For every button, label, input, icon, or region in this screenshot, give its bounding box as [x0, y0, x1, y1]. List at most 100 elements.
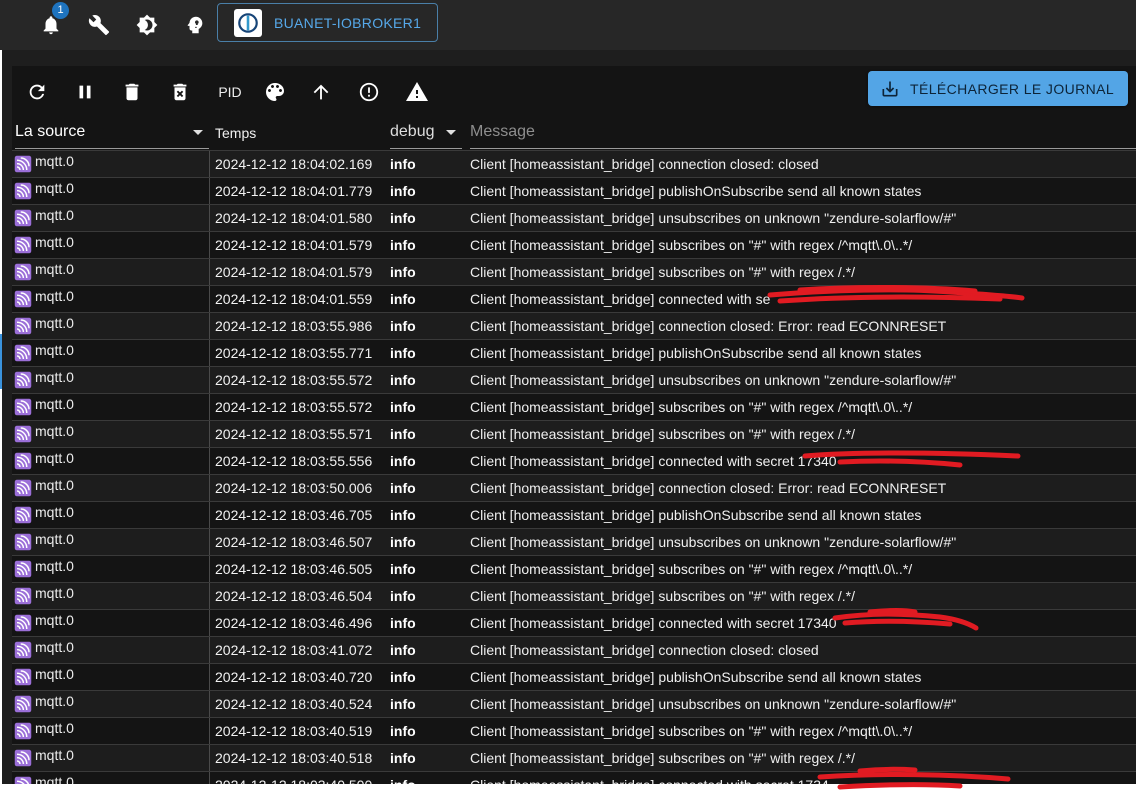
log-level: info [390, 723, 416, 739]
log-source: mqtt.0 [14, 610, 210, 636]
colors-button[interactable] [262, 79, 288, 105]
column-divider [209, 286, 210, 312]
column-divider [209, 691, 210, 717]
log-message: Client [homeassistant_bridge] connection… [470, 156, 819, 172]
mqtt-icon [14, 533, 32, 551]
log-time: 2024-12-12 18:04:01.579 [215, 237, 373, 253]
log-source-text: mqtt.0 [35, 396, 74, 412]
log-row: mqtt.0 2024-12-12 18:03:50.006 info Client … [12, 474, 1136, 501]
log-time: 2024-12-12 18:03:40.519 [215, 723, 373, 739]
mqtt-icon [14, 290, 32, 308]
log-row: mqtt.0 2024-12-12 18:03:55.556 info Client … [12, 447, 1136, 474]
download-log-label: TÉLÉCHARGER LE JOURNAL [910, 80, 1115, 97]
log-row: mqtt.0 2024-12-12 18:04:01.579 info Client … [12, 231, 1136, 258]
mqtt-icon [14, 209, 32, 227]
log-source-text: mqtt.0 [35, 612, 74, 628]
log-message: Client [homeassistant_bridge] publishOnS… [470, 507, 922, 523]
log-level: info [390, 345, 416, 361]
log-source-text: mqtt.0 [35, 423, 74, 439]
log-time: 2024-12-12 18:03:46.504 [215, 588, 373, 604]
log-source-text: mqtt.0 [35, 504, 74, 520]
log-row: mqtt.0 2024-12-12 18:04:01.580 info Client … [12, 204, 1136, 231]
pause-button[interactable] [72, 79, 98, 105]
log-row: mqtt.0 2024-12-12 18:04:01.579 info Client … [12, 258, 1136, 285]
log-source: mqtt.0 [14, 421, 210, 447]
log-table: La source Temps debug Message mqtt.0 2024… [12, 116, 1136, 784]
log-time: 2024-12-12 18:03:55.571 [215, 426, 373, 442]
log-message: Client [homeassistant_bridge] connected … [470, 291, 771, 307]
log-message: Client [homeassistant_bridge] connection… [470, 642, 819, 658]
log-row: mqtt.0 2024-12-12 18:03:55.572 info Client … [12, 366, 1136, 393]
log-row: mqtt.0 2024-12-12 18:03:55.986 info Client … [12, 312, 1136, 339]
column-divider [209, 448, 210, 474]
log-source: mqtt.0 [14, 691, 210, 717]
log-level: info [390, 480, 416, 496]
mqtt-icon [14, 668, 32, 686]
pid-button[interactable]: PID [212, 79, 248, 105]
download-log-button[interactable]: TÉLÉCHARGER LE JOURNAL [868, 71, 1128, 106]
column-divider [209, 205, 210, 231]
log-time: 2024-12-12 18:03:40.524 [215, 696, 373, 712]
log-level: info [390, 507, 416, 523]
log-row: mqtt.0 2024-12-12 18:03:55.571 info Client … [12, 420, 1136, 447]
mqtt-icon [14, 425, 32, 443]
log-source: mqtt.0 [14, 205, 210, 231]
clear-on-disk-button[interactable] [167, 79, 193, 105]
log-time: 2024-12-12 18:03:46.496 [215, 615, 373, 631]
clear-button[interactable] [119, 79, 145, 105]
log-row: mqtt.0 2024-12-12 18:03:46.504 info Client … [12, 582, 1136, 609]
source-filter-select[interactable]: La source [15, 116, 209, 149]
expert-mode-button[interactable] [178, 8, 212, 42]
mqtt-icon [14, 236, 32, 254]
log-source-text: mqtt.0 [35, 774, 74, 784]
log-source: mqtt.0 [14, 772, 210, 784]
settings-button[interactable] [82, 8, 116, 42]
column-divider [209, 502, 210, 528]
column-divider [209, 664, 210, 690]
notifications-button[interactable]: 1 [34, 2, 69, 42]
message-header: Message [470, 123, 535, 140]
log-row: mqtt.0 2024-12-12 18:04:01.559 info Client … [12, 285, 1136, 312]
log-level: info [390, 561, 416, 577]
log-row: mqtt.0 2024-12-12 18:03:40.524 info Client … [12, 690, 1136, 717]
column-divider [209, 583, 210, 609]
log-source: mqtt.0 [14, 637, 210, 663]
log-message: Client [homeassistant_bridge] connected … [470, 615, 837, 631]
log-message: Client [homeassistant_bridge] subscribes… [470, 750, 856, 766]
log-time: 2024-12-12 18:03:46.705 [215, 507, 373, 523]
host-button[interactable]: BUANET-IOBROKER1 [217, 3, 438, 42]
log-time: 2024-12-12 18:03:55.572 [215, 399, 373, 415]
refresh-button[interactable] [24, 79, 50, 105]
log-row: mqtt.0 2024-12-12 18:03:41.072 info Client … [12, 636, 1136, 663]
log-level: info [390, 426, 416, 442]
log-source: mqtt.0 [14, 178, 210, 204]
log-time: 2024-12-12 18:03:46.507 [215, 534, 373, 550]
refresh-icon [29, 84, 45, 100]
head-icon [187, 16, 203, 34]
mqtt-icon [14, 614, 32, 632]
log-time: 2024-12-12 18:03:40.518 [215, 750, 373, 766]
log-source: mqtt.0 [14, 529, 210, 555]
column-divider [209, 529, 210, 555]
errors-filter-button[interactable] [356, 79, 382, 105]
message-filter-input[interactable]: Message [470, 116, 1136, 149]
log-message: Client [homeassistant_bridge] subscribes… [470, 588, 856, 604]
order-button[interactable] [308, 79, 334, 105]
log-level: info [390, 534, 416, 550]
log-message: Client [homeassistant_bridge] subscribes… [470, 399, 913, 415]
time-header: Temps [215, 116, 383, 149]
mqtt-icon [14, 641, 32, 659]
level-filter-select[interactable]: debug [390, 116, 462, 149]
log-source-text: mqtt.0 [35, 342, 74, 358]
wrench-icon [88, 15, 110, 36]
mqtt-icon [14, 398, 32, 416]
theme-toggle-button[interactable] [130, 8, 164, 42]
log-source: mqtt.0 [14, 448, 210, 474]
log-source: mqtt.0 [14, 340, 210, 366]
log-source-text: mqtt.0 [35, 180, 74, 196]
level-header: debug [390, 123, 435, 140]
warnings-filter-button[interactable] [404, 79, 430, 105]
log-message: Client [homeassistant_bridge] connected … [470, 772, 1136, 784]
log-source: mqtt.0 [14, 367, 210, 393]
log-source-text: mqtt.0 [35, 693, 74, 709]
